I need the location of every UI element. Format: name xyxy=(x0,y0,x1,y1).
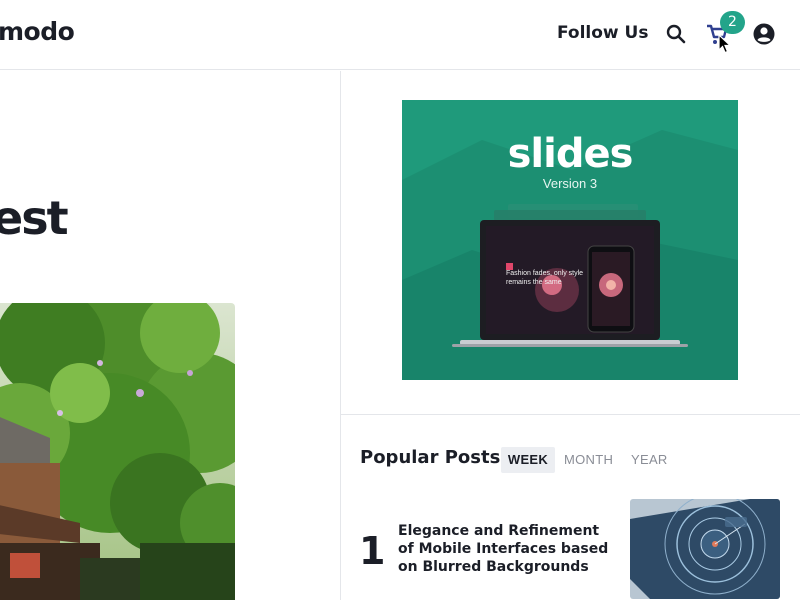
account-button[interactable] xyxy=(751,21,777,47)
slides-ad-banner[interactable]: slides Version 3 Fashion fades, only sty… xyxy=(402,100,738,380)
site-logo[interactable]: modo xyxy=(0,17,75,46)
watch-interface-thumbnail xyxy=(630,499,780,599)
section-divider xyxy=(341,414,800,415)
follow-us-link[interactable]: Follow Us xyxy=(557,23,648,43)
post-rank: 1 xyxy=(359,529,386,573)
post-thumbnail[interactable] xyxy=(630,499,780,599)
ad-brand-text: slides xyxy=(508,131,633,177)
cart-count-badge: 2 xyxy=(720,11,745,34)
article-title[interactable]: est xyxy=(0,191,69,245)
tab-month[interactable]: MONTH xyxy=(564,447,613,473)
ad-version-text: Version 3 xyxy=(543,176,597,191)
search-icon xyxy=(666,24,686,44)
tab-year[interactable]: YEAR xyxy=(631,447,668,473)
site-header: modo Follow Us 2 xyxy=(0,0,800,70)
main-content: est xyxy=(0,71,340,600)
post-title-link[interactable]: Elegance and Refinement of Mobile Interf… xyxy=(398,522,613,576)
account-icon xyxy=(753,23,775,45)
tab-week[interactable]: WEEK xyxy=(501,447,555,473)
search-button[interactable] xyxy=(663,21,689,47)
featured-article-image[interactable] xyxy=(0,303,235,600)
slides-ad-artwork: slides Version 3 Fashion fades, only sty… xyxy=(402,100,738,380)
tree-house-photo xyxy=(0,303,235,600)
popular-post-item[interactable]: 1 Elegance and Refinement of Mobile Inte… xyxy=(341,495,800,600)
popular-posts-heading: Popular Posts xyxy=(360,447,501,468)
